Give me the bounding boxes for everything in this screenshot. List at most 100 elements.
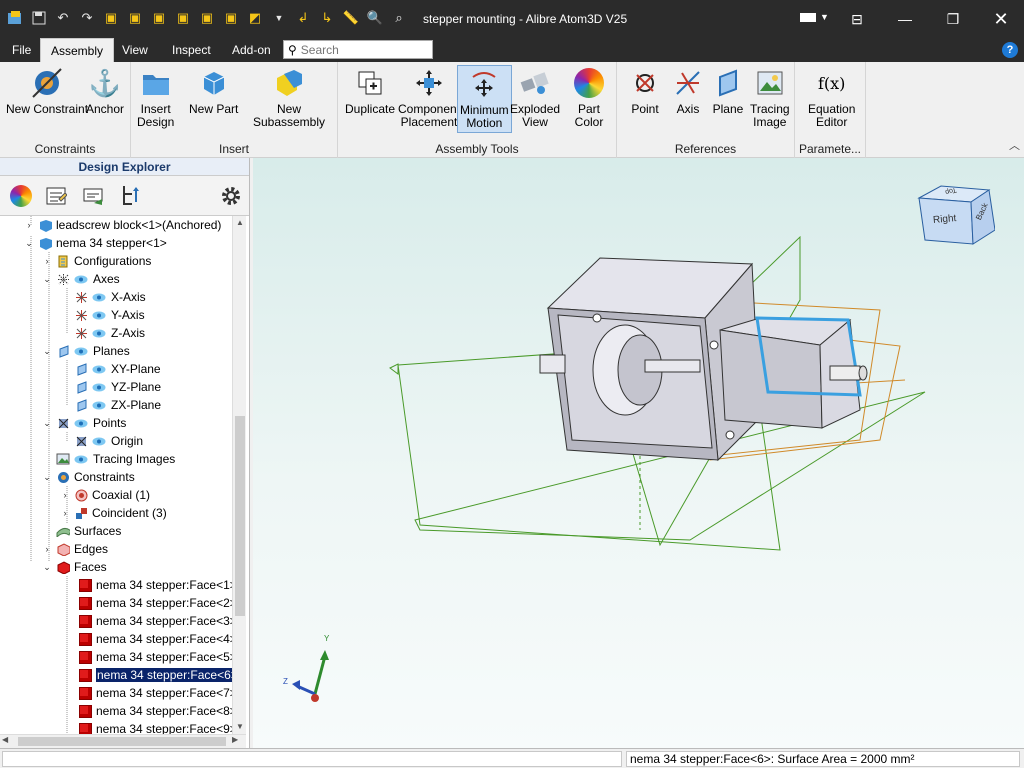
visibility-eye-icon[interactable] [92, 436, 106, 446]
visibility-eye-icon[interactable] [92, 382, 106, 392]
view-front-icon[interactable]: ▣ [126, 8, 144, 28]
view-iso-icon[interactable]: ◩ [246, 8, 264, 28]
tree-item-face-1[interactable]: nema 34 stepper:Face<1> [78, 576, 232, 594]
new-part-button[interactable]: New Part [189, 66, 238, 116]
visibility-eye-icon[interactable] [74, 346, 88, 356]
ribbon-display-icon[interactable]: ⊟ [834, 0, 880, 38]
view-cube[interactable]: Right Back Top [915, 172, 996, 248]
scroll-right-icon[interactable]: ▶ [232, 735, 238, 744]
tree-item-surfaces[interactable]: Surfaces [56, 522, 121, 540]
view-cube-face-right[interactable]: Right [933, 213, 957, 226]
view-cube-icon[interactable]: ▣ [102, 8, 120, 28]
tab-file[interactable]: File [2, 38, 41, 62]
tree-item-nema-34-stepper[interactable]: ⌄ nema 34 stepper<1> [24, 234, 167, 252]
tree-item-face-4[interactable]: nema 34 stepper:Face<4> [78, 630, 232, 648]
measure-ruler-icon[interactable]: 📏 [342, 8, 360, 28]
tab-view[interactable]: View [112, 38, 158, 62]
chevron-down-icon[interactable]: ⌄ [42, 472, 52, 483]
chevron-right-icon[interactable]: › [42, 256, 52, 266]
tree-item-face-6[interactable]: nema 34 stepper:Face<6> [78, 666, 232, 684]
chevron-down-icon[interactable]: ⌄ [42, 346, 52, 357]
arrow-down-left-icon[interactable]: ↲ [294, 8, 312, 28]
help-icon[interactable]: ? [1002, 42, 1018, 58]
tree-item-configurations[interactable]: › Configurations [42, 252, 152, 270]
minimize-button[interactable]: — [882, 0, 928, 38]
tree-item-coincident[interactable]: › Coincident (3) [60, 504, 167, 522]
axis-button[interactable]: Axis [671, 66, 705, 116]
point-button[interactable]: Point [628, 66, 662, 116]
tree-item-tracing-images[interactable]: Tracing Images [56, 450, 175, 468]
chevron-down-icon[interactable]: ▼ [820, 12, 829, 22]
visibility-eye-icon[interactable] [74, 418, 88, 428]
tree-hierarchy-icon[interactable] [117, 182, 145, 210]
tracing-image-button[interactable]: Tracing Image [750, 66, 790, 129]
tab-inspect[interactable]: Inspect [162, 38, 221, 62]
tab-add-on[interactable]: Add-on [222, 38, 281, 62]
visibility-eye-icon[interactable] [92, 292, 106, 302]
tree-item-edges[interactable]: › Edges [42, 540, 109, 558]
tree-item-yz-plane[interactable]: YZ-Plane [74, 378, 161, 396]
visibility-eye-icon[interactable] [92, 328, 106, 338]
redo-icon[interactable]: ↷ [78, 8, 96, 28]
tree-item-coaxial[interactable]: › Coaxial (1) [60, 486, 151, 504]
color-wheel-icon[interactable] [7, 182, 35, 210]
tree-item-face-3[interactable]: nema 34 stepper:Face<3> [78, 612, 232, 630]
exploded-view-button[interactable]: Exploded View [510, 66, 560, 129]
tree-item-face-5[interactable]: nema 34 stepper:Face<5> [78, 648, 232, 666]
minimum-motion-button[interactable]: Minimum Motion [457, 65, 512, 133]
close-button[interactable]: ✕ [978, 0, 1024, 38]
restore-button[interactable]: ❐ [930, 0, 976, 38]
3d-viewport[interactable]: Right Back Top Y Z [253, 158, 1024, 748]
visibility-eye-icon[interactable] [74, 274, 88, 284]
visibility-eye-icon[interactable] [92, 364, 106, 374]
tree-item-face-9[interactable]: nema 34 stepper:Face<9> [78, 720, 232, 734]
chevron-down-icon[interactable]: ⌄ [24, 238, 34, 249]
new-constraint-button[interactable]: New Constraint [6, 66, 88, 116]
chevron-right-icon[interactable]: › [60, 508, 70, 518]
view-bottom-icon[interactable]: ▣ [198, 8, 216, 28]
visibility-eye-icon[interactable] [92, 400, 106, 410]
model-canvas[interactable] [253, 158, 1024, 748]
display-options[interactable]: ▼ [800, 12, 829, 22]
search-box[interactable]: ⚲ [283, 40, 433, 59]
tree-item-leadscrew-block[interactable]: › leadscrew block<1>(Anchored) [24, 216, 222, 234]
scroll-down-icon[interactable]: ▼ [233, 720, 247, 734]
tree-horizontal-scrollbar[interactable]: ◀ ▶ [0, 734, 246, 748]
save-icon[interactable] [30, 8, 48, 28]
tree-item-face-8[interactable]: nema 34 stepper:Face<8> [78, 702, 232, 720]
view-top-icon[interactable]: ▣ [174, 8, 192, 28]
undo-icon[interactable]: ↶ [54, 8, 72, 28]
tree-item-xy-plane[interactable]: XY-Plane [74, 360, 161, 378]
new-subassembly-button[interactable]: New Subassembly [241, 66, 337, 129]
dropdown-chevron-icon[interactable]: ▼ [270, 8, 288, 28]
anchor-button[interactable]: ⚓ Anchor [86, 66, 124, 116]
component-placement-button[interactable]: Component Placement [398, 66, 460, 129]
duplicate-button[interactable]: Duplicate [345, 66, 395, 116]
part-color-button[interactable]: Part Color [562, 66, 616, 129]
zoom-icon[interactable]: 🔍 [366, 8, 384, 28]
chevron-right-icon[interactable]: › [24, 220, 34, 230]
scroll-up-icon[interactable]: ▲ [233, 216, 247, 230]
zoom-window-icon[interactable]: ⌕ [390, 8, 408, 28]
nema-34-stepper-model[interactable] [719, 316, 868, 429]
tree-item-origin[interactable]: Origin [74, 432, 143, 450]
display-mode-icon[interactable] [800, 12, 816, 22]
scrollbar-thumb[interactable] [235, 416, 245, 616]
chevron-down-icon[interactable]: ⌄ [42, 274, 52, 285]
chevron-down-icon[interactable]: ⌄ [42, 562, 52, 573]
arrow-down-right-icon[interactable]: ↳ [318, 8, 336, 28]
app-icon[interactable] [6, 8, 24, 28]
chevron-right-icon[interactable]: › [42, 544, 52, 554]
chevron-down-icon[interactable]: ⌄ [42, 418, 52, 429]
plane-button[interactable]: Plane [711, 66, 745, 116]
scrollbar-thumb[interactable] [18, 737, 226, 746]
tree-vertical-scrollbar[interactable]: ▲ ▼ [232, 216, 246, 734]
search-input[interactable] [300, 42, 421, 57]
settings-gear-icon[interactable] [217, 182, 245, 210]
tree-item-points[interactable]: ⌄ Points [42, 414, 126, 432]
equation-editor-button[interactable]: f(x) Equation Editor [808, 66, 855, 129]
tree-item-constraints[interactable]: ⌄ Constraints [42, 468, 134, 486]
chevron-right-icon[interactable]: › [60, 490, 70, 500]
view-side-icon[interactable]: ▣ [222, 8, 240, 28]
rename-icon[interactable] [80, 182, 108, 210]
